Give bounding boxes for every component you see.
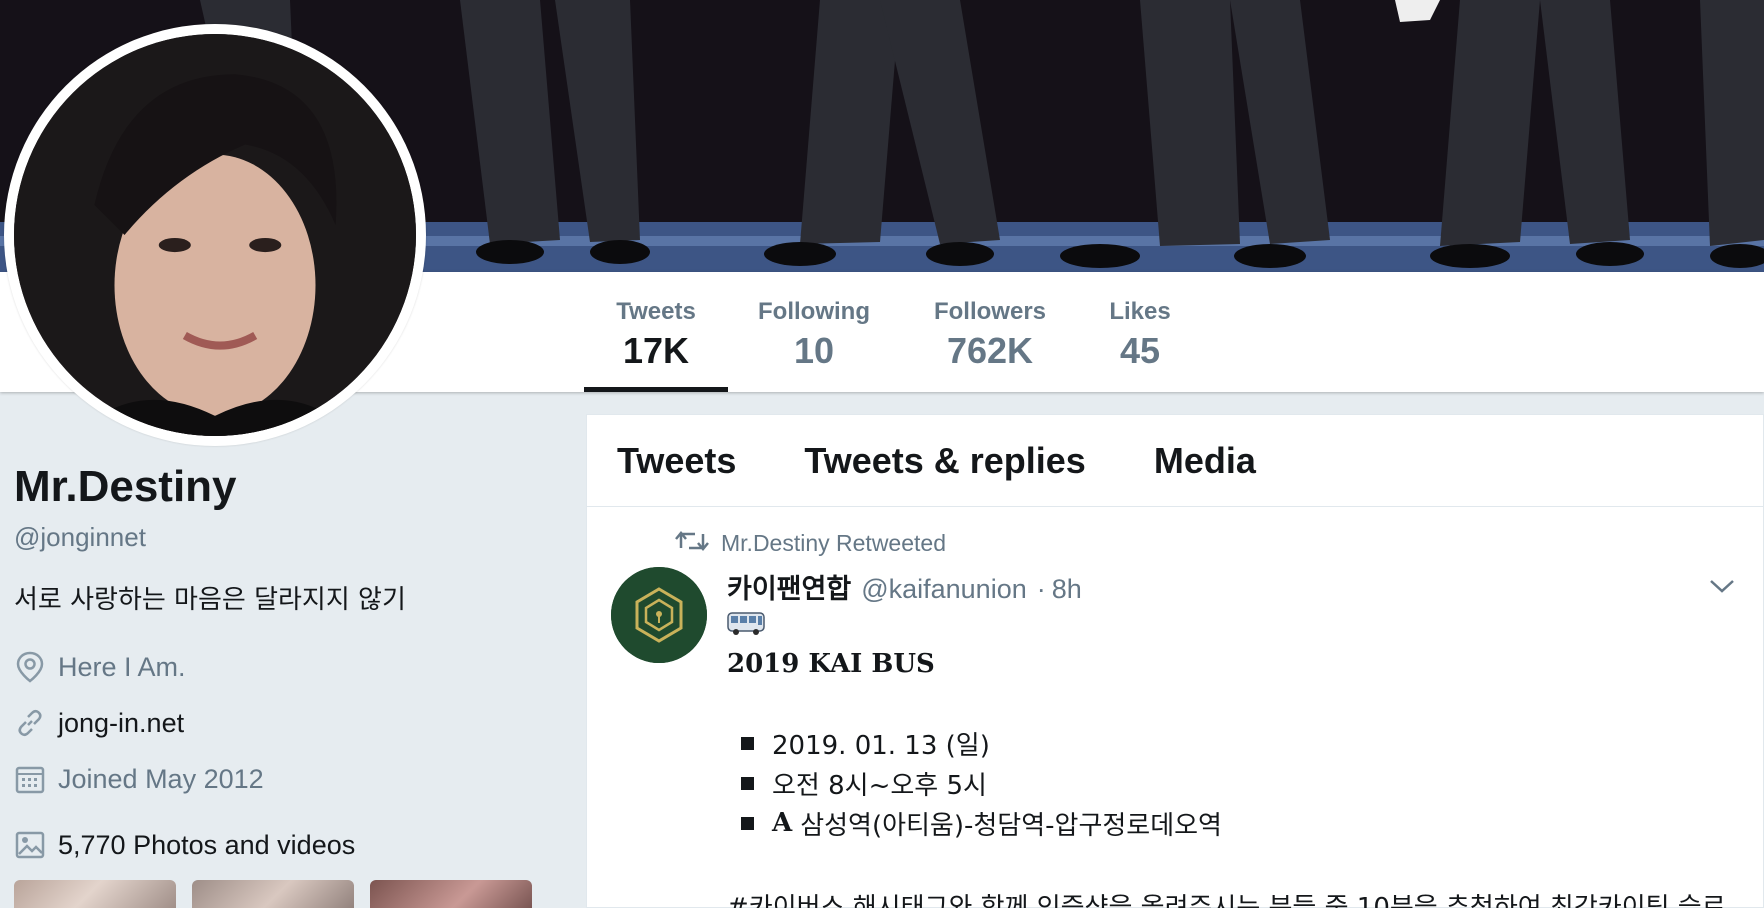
stat-label: Following [758,298,870,325]
photo-thumbnail[interactable] [14,880,176,908]
avatar-image [14,34,416,436]
bullet-text: 삼성역(아티움)-청담역-압구정로데오역 [800,810,1222,841]
profile-website[interactable]: jong-in.net [14,706,554,740]
tweet-author-handle[interactable]: @kaifanunion [861,574,1027,605]
bullet-square-icon [741,736,754,750]
tweet-separator: · [1036,574,1046,604]
stat-followers[interactable]: Followers 762K [928,272,1052,392]
image-icon [14,829,46,861]
tweet[interactable]: Mr.Destiny Retweeted 카이팬연합 @kaifanunion … [587,507,1763,908]
link-icon [14,707,46,739]
bullet-prefix: A [772,808,793,838]
bullet-square-icon [741,776,754,790]
chevron-down-icon[interactable] [1707,571,1737,601]
bullet-text: 오전 8시~오후 5시 [772,770,987,801]
stat-label: Tweets [616,298,696,325]
tab-tweets[interactable]: Tweets [617,440,736,482]
tweet-body: 카이팬연합 @kaifanunion · 8h 2019 KAI BUS 201… [727,567,1763,908]
photo-thumbnail[interactable] [192,880,354,908]
timeline: Tweets Tweets & replies Media Mr.Destiny… [586,414,1764,908]
tab-media[interactable]: Media [1154,440,1256,482]
stat-tweets[interactable]: Tweets 17K [584,272,728,392]
stat-label: Likes [1109,298,1171,325]
stat-likes[interactable]: Likes 45 [1100,272,1180,392]
tweet-title: 2019 KAI BUS [727,649,935,679]
photo-thumbnails [14,880,554,908]
retweet-context: Mr.Destiny Retweeted [675,527,1763,559]
tweet-text: #카이버스 해시태그와 함께 인증샷을 올려주시는 분들 중 10분을 추첨하여… [727,893,1726,908]
tweet-bullet-list: 2019. 01. 13 (일) 오전 8시~오후 5시 A 삼성역(아티움)-… [727,723,1763,843]
stat-value: 45 [1119,330,1161,371]
photo-thumbnail[interactable] [370,880,532,908]
retweet-label[interactable]: Mr.Destiny Retweeted [721,530,946,557]
photos-text[interactable]: 5,770 Photos and videos [58,830,355,861]
profile-location: Here I Am. [14,650,554,684]
list-item: 2019. 01. 13 (일) [727,723,1763,763]
calendar-icon [14,763,46,795]
profile-joined: Joined May 2012 [14,762,554,796]
profile-card: Mr.Destiny @jonginnet 서로 사랑하는 마음은 달라지지 않… [14,462,554,908]
profile-avatar[interactable] [4,24,426,446]
stat-value: 10 [793,330,835,371]
list-item: 오전 8시~오후 5시 [727,763,1763,803]
profile-handle[interactable]: @jonginnet [14,522,554,553]
tweet-header: 카이팬연합 @kaifanunion · 8h [727,567,1763,606]
website-link[interactable]: jong-in.net [58,708,184,739]
tweet-author-avatar[interactable] [611,567,707,663]
location-text: Here I Am. [58,651,186,682]
stat-value: 762K [946,330,1034,371]
retweet-icon [675,528,709,558]
profile-bio: 서로 사랑하는 마음은 달라지지 않기 [14,585,406,615]
bus-emoji-icon [727,612,765,635]
profile-name[interactable]: Mr.Destiny [14,462,554,512]
stat-value: 17K [622,330,690,371]
tweet-author-name[interactable]: 카이팬연합 [727,567,851,606]
tweet-timestamp[interactable]: 8h [1052,574,1082,605]
tab-tweets-replies[interactable]: Tweets & replies [804,440,1085,482]
joined-text: Joined May 2012 [58,763,264,794]
profile-photos-link[interactable]: 5,770 Photos and videos [14,828,554,862]
bullet-square-icon [741,816,754,830]
stat-label: Followers [933,298,1047,325]
map-pin-icon [14,651,46,683]
timeline-tabs: Tweets Tweets & replies Media [587,415,1763,507]
stat-following[interactable]: Following 10 [752,272,876,392]
list-item: A 삼성역(아티움)-청담역-압구정로데오역 [727,803,1763,843]
bullet-text: 2019. 01. 13 (일) [772,730,990,761]
